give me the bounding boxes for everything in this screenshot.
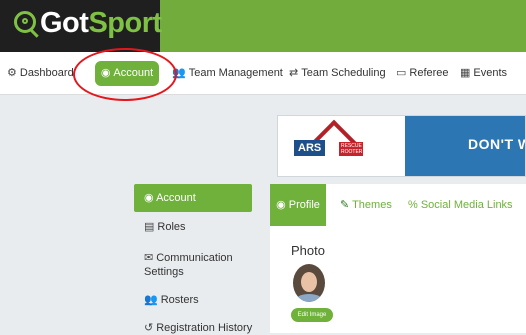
nav-referee[interactable]: ▭ Referee xyxy=(396,52,449,94)
profile-tabs: ◉ Profile ✎ Themes % Social Media Links xyxy=(270,184,526,227)
nav-team-scheduling-label: Team Scheduling xyxy=(301,67,386,79)
profile-panel: Photo Edit Image xyxy=(270,226,526,333)
tab-themes[interactable]: ✎ Themes xyxy=(340,184,392,226)
nav-referee-label: Referee xyxy=(409,67,449,79)
dashboard-icon: ⚙ xyxy=(7,67,17,79)
link-icon: % xyxy=(408,199,418,211)
gotsport-logo-icon xyxy=(14,11,36,33)
sidebar-item-communication-settings[interactable]: ✉ Communication Settings xyxy=(144,251,252,279)
sidebar-item-label: Roles xyxy=(157,221,186,233)
tab-label: Social Media Links xyxy=(420,199,513,211)
highlight-ellipse xyxy=(73,48,177,101)
brush-icon: ✎ xyxy=(340,199,350,211)
sidebar-item-label: Rosters xyxy=(160,294,199,306)
avatar xyxy=(293,264,325,302)
tab-label: Themes xyxy=(352,199,392,211)
envelope-icon: ✉ xyxy=(144,252,154,264)
nav-team-scheduling[interactable]: ⇄ Team Scheduling xyxy=(289,52,386,94)
tab-profile[interactable]: ◉ Profile xyxy=(270,184,326,226)
top-bar: GotSport xyxy=(0,0,526,52)
sidebar-item-rosters[interactable]: 👥 Rosters xyxy=(144,293,199,307)
edit-image-button[interactable]: Edit Image xyxy=(291,308,333,322)
gotsport-logo[interactable]: GotSport xyxy=(0,0,162,52)
history-icon: ↺ xyxy=(144,322,154,334)
ad-sub: RESCUE ROOTER xyxy=(339,142,363,156)
user-circle-icon: ◉ xyxy=(276,199,286,211)
nav-events[interactable]: ▦ Events xyxy=(460,52,507,94)
user-circle-icon: ◉ xyxy=(144,192,154,204)
sidebar-item-label: Account xyxy=(156,192,196,204)
ad-brand: ARS xyxy=(294,140,326,156)
logo-text: GotSport xyxy=(40,7,162,39)
swap-icon: ⇄ xyxy=(289,67,299,79)
ad-banner[interactable]: ARS RESCUE ROOTER DON'T W xyxy=(277,115,526,177)
sidebar-item-roles[interactable]: ▤ Roles xyxy=(144,220,186,234)
photo-label: Photo xyxy=(291,243,325,258)
sidebar-item-label: Registration History xyxy=(156,322,253,334)
nav-dashboard-label: Dashboard xyxy=(19,67,74,79)
nav-events-label: Events xyxy=(473,67,508,79)
id-card-icon: ▤ xyxy=(144,221,155,233)
sidebar-item-account[interactable]: ◉ Account xyxy=(134,184,252,212)
nav-team-management[interactable]: 👥 Team Management xyxy=(172,52,283,94)
sidebar-item-label: Communication Settings xyxy=(144,252,233,278)
calendar-icon: ▭ xyxy=(396,67,407,79)
users-icon: 👥 xyxy=(144,294,158,306)
tab-label: Profile xyxy=(288,199,320,211)
calendar-grid-icon: ▦ xyxy=(460,67,471,79)
ad-headline: DON'T W xyxy=(468,136,526,152)
nav-dashboard[interactable]: ⚙ Dashboard xyxy=(7,52,74,94)
tab-social-media-links[interactable]: % Social Media Links xyxy=(408,184,513,226)
nav-team-management-label: Team Management xyxy=(188,67,283,79)
